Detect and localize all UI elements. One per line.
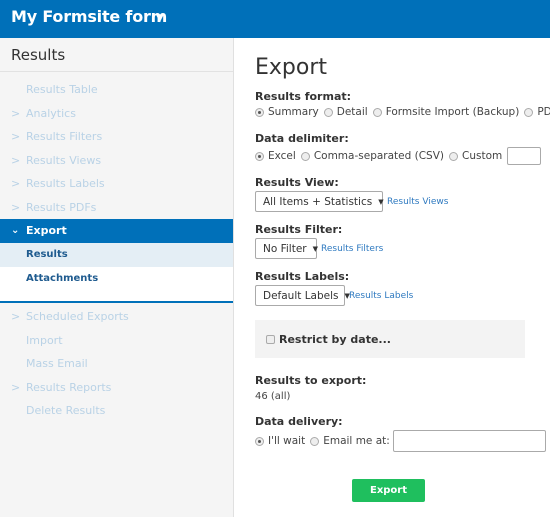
radio-csv[interactable]: [300, 151, 310, 161]
chevron-right-icon: >: [11, 200, 21, 214]
sidebar-item-import[interactable]: Import: [0, 329, 233, 353]
results-to-export-label: Results to export:: [255, 374, 367, 387]
radio-pdf[interactable]: [524, 107, 534, 117]
option-label: PDF: [537, 106, 550, 118]
restrict-by-date-checkbox[interactable]: [266, 335, 275, 344]
sidebar-item-export[interactable]: ⌄ Export: [0, 219, 233, 243]
sidebar-item-mass-email[interactable]: Mass Email: [0, 352, 233, 376]
chevron-right-icon: >: [11, 130, 21, 143]
radio-custom[interactable]: [449, 151, 458, 161]
sidebar-item-label: Delete Results: [26, 404, 106, 417]
results-filters-link[interactable]: Results Filters: [321, 244, 383, 254]
chevron-right-icon: >: [11, 380, 21, 394]
sidebar-item-label: Results Labels: [26, 177, 105, 190]
sidebar-item-results-reports[interactable]: > Results Reports: [0, 376, 233, 400]
results-format-group: Results format: Summary Detail Formsite …: [255, 90, 550, 118]
option-label: I'll wait: [268, 435, 306, 447]
option-label: Excel: [268, 150, 296, 162]
sidebar-item-label: Results PDFs: [26, 200, 97, 214]
sidebar: Results Results Table > Analytics > Result…: [0, 38, 234, 517]
results-filter-label: Results Filter:: [255, 223, 343, 236]
option-label: Custom: [462, 150, 503, 162]
results-to-export-value: 46 (all): [255, 391, 291, 402]
export-button[interactable]: Export: [352, 479, 425, 502]
results-filter-group: Results Filter: No Filter ▼ Results Filte…: [255, 223, 383, 259]
sidebar-item-label: Mass Email: [26, 357, 88, 370]
radio-email-me[interactable]: [310, 436, 320, 446]
restrict-by-date-panel: Restrict by date...: [255, 320, 525, 358]
sidebar-item-analytics[interactable]: > Analytics: [0, 102, 233, 126]
select-value: All Items + Statistics: [263, 195, 373, 208]
results-labels-group: Results Labels: Default Labels ▼ Results …: [255, 270, 413, 306]
export-submenu: Results Attachments: [0, 243, 233, 303]
data-delimiter-label: Data delimiter:: [255, 132, 349, 145]
caret-down-icon[interactable]: ▼: [156, 13, 164, 24]
sidebar-heading: Results: [0, 38, 233, 72]
sidebar-item-scheduled-exports[interactable]: > Scheduled Exports: [0, 305, 233, 329]
caret-down-icon: ▼: [312, 244, 319, 253]
chevron-right-icon: >: [11, 153, 21, 167]
results-view-select[interactable]: All Items + Statistics ▼: [255, 191, 384, 212]
data-delimiter-group: Data delimiter: Excel Comma-separated (C…: [255, 132, 542, 165]
radio-ill-wait[interactable]: [255, 436, 264, 446]
sidebar-item-results-table[interactable]: Results Table: [0, 78, 233, 102]
radio-formsite-import[interactable]: [372, 107, 382, 117]
results-labels-link[interactable]: Results Labels: [349, 291, 413, 301]
results-to-export-group: Results to export: 46 (all): [255, 374, 366, 402]
sidebar-item-results-pdfs[interactable]: > Results PDFs: [0, 196, 233, 220]
sidebar-subitem-attachments[interactable]: Attachments: [0, 267, 233, 291]
sidebar-item-delete-results[interactable]: Delete Results: [0, 399, 233, 423]
data-delivery-group: Data delivery: I'll wait Email me at:: [255, 415, 546, 452]
form-title[interactable]: My Formsite form: [11, 7, 167, 26]
email-input[interactable]: [392, 430, 546, 452]
results-labels-label: Results Labels:: [255, 270, 350, 283]
chevron-right-icon: >: [11, 106, 21, 120]
sidebar-item-label: Import: [26, 333, 63, 347]
radio-detail[interactable]: [323, 107, 333, 117]
caret-down-icon: ▼: [378, 197, 384, 206]
results-views-link[interactable]: Results Views: [387, 197, 448, 207]
top-bar: My Formsite form ▼: [0, 0, 550, 38]
chevron-right-icon: >: [11, 177, 21, 190]
sidebar-item-results-views[interactable]: > Results Views: [0, 149, 233, 173]
sidebar-subitem-results[interactable]: Results: [0, 243, 233, 267]
option-label: Formsite Import (Backup): [385, 106, 520, 118]
custom-delimiter-input[interactable]: [507, 147, 542, 165]
sidebar-item-label: Results Reports: [26, 380, 112, 394]
results-view-label: Results View:: [255, 176, 339, 189]
results-labels-select[interactable]: Default Labels ▼: [255, 285, 350, 306]
option-label: Comma-separated (CSV): [313, 150, 444, 162]
sidebar-item-label: Results Views: [26, 153, 102, 167]
chevron-right-icon: >: [11, 310, 21, 323]
option-label: Summary: [268, 106, 319, 118]
select-value: No Filter: [263, 242, 307, 255]
radio-summary[interactable]: [255, 107, 264, 117]
select-value: Default Labels: [263, 289, 339, 302]
sidebar-item-label: Export: [26, 224, 67, 237]
restrict-by-date-label[interactable]: Restrict by date...: [279, 333, 391, 346]
sidebar-item-label: Results Table: [26, 83, 98, 96]
chevron-down-icon: ⌄: [11, 225, 20, 236]
page-title: Export: [255, 55, 328, 80]
data-delivery-label: Data delivery:: [255, 415, 343, 428]
results-filter-select[interactable]: No Filter ▼: [255, 238, 319, 259]
results-format-label: Results format:: [255, 90, 352, 103]
sidebar-item-results-labels[interactable]: > Results Labels: [0, 172, 233, 196]
sidebar-item-label: Results Filters: [26, 130, 103, 143]
sidebar-item-label: Scheduled Exports: [26, 310, 129, 323]
sidebar-item-results-filters[interactable]: > Results Filters: [0, 125, 233, 149]
option-label: Detail: [336, 106, 368, 118]
results-view-group: Results View: All Items + Statistics ▼ Re…: [255, 176, 448, 212]
sidebar-item-label: Analytics: [26, 106, 76, 120]
radio-excel[interactable]: [255, 151, 264, 161]
option-label: Email me at:: [323, 435, 390, 447]
